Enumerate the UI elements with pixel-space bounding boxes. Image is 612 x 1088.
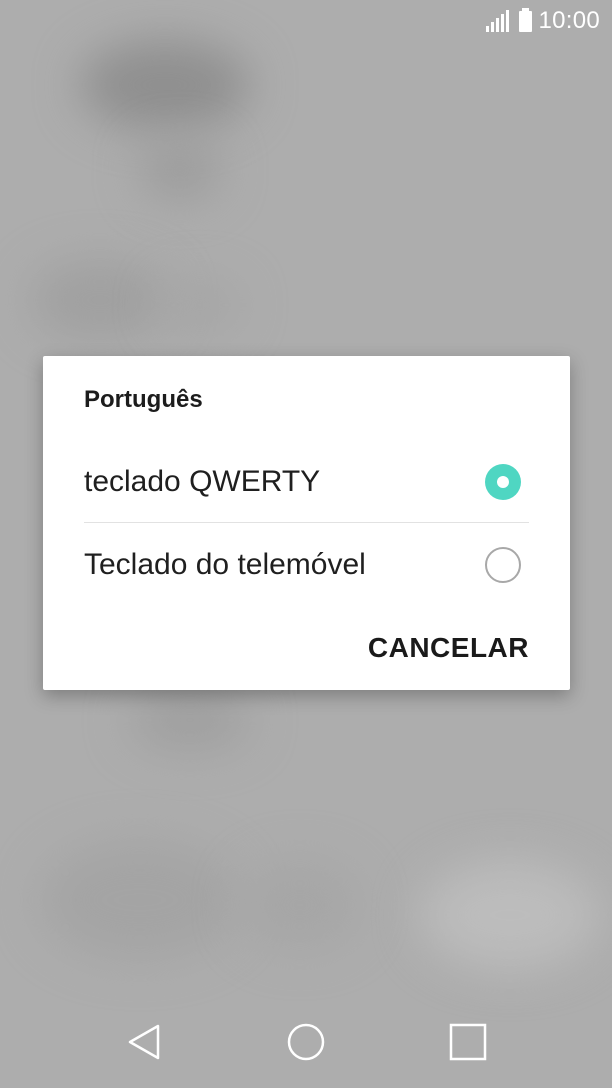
screen: 10:00 Português teclado QWERTY Teclado d… — [0, 0, 612, 1088]
background-blur — [420, 860, 600, 970]
option-label: teclado QWERTY — [84, 465, 321, 498]
signal-icon — [486, 10, 510, 32]
option-qwerty-keyboard[interactable]: teclado QWERTY — [43, 442, 570, 522]
background-blur — [30, 260, 170, 340]
option-label: Teclado do telemóvel — [84, 548, 366, 581]
option-phone-keyboard[interactable]: Teclado do telemóvel — [43, 525, 570, 605]
radio-selected-icon[interactable] — [485, 464, 521, 500]
keyboard-layout-dialog: Português teclado QWERTY Teclado do tele… — [43, 356, 570, 690]
status-icons: 10:00 — [486, 6, 600, 36]
cancel-button[interactable]: CANCELAR — [368, 632, 529, 664]
home-icon[interactable] — [286, 1022, 326, 1062]
background-blur — [240, 860, 360, 950]
dialog-title: Português — [84, 386, 203, 413]
clock: 10:00 — [538, 7, 600, 34]
status-bar: 10:00 — [0, 0, 612, 44]
divider — [84, 522, 529, 523]
recents-icon[interactable] — [448, 1022, 488, 1062]
back-icon[interactable] — [124, 1022, 164, 1062]
background-blur — [140, 140, 220, 200]
navigation-bar — [0, 992, 612, 1088]
background-blur — [160, 280, 240, 330]
background-blur — [80, 40, 250, 130]
radio-unselected-icon[interactable] — [485, 547, 521, 583]
battery-icon — [519, 7, 533, 32]
background-blur — [130, 690, 250, 750]
background-blur — [40, 840, 240, 960]
